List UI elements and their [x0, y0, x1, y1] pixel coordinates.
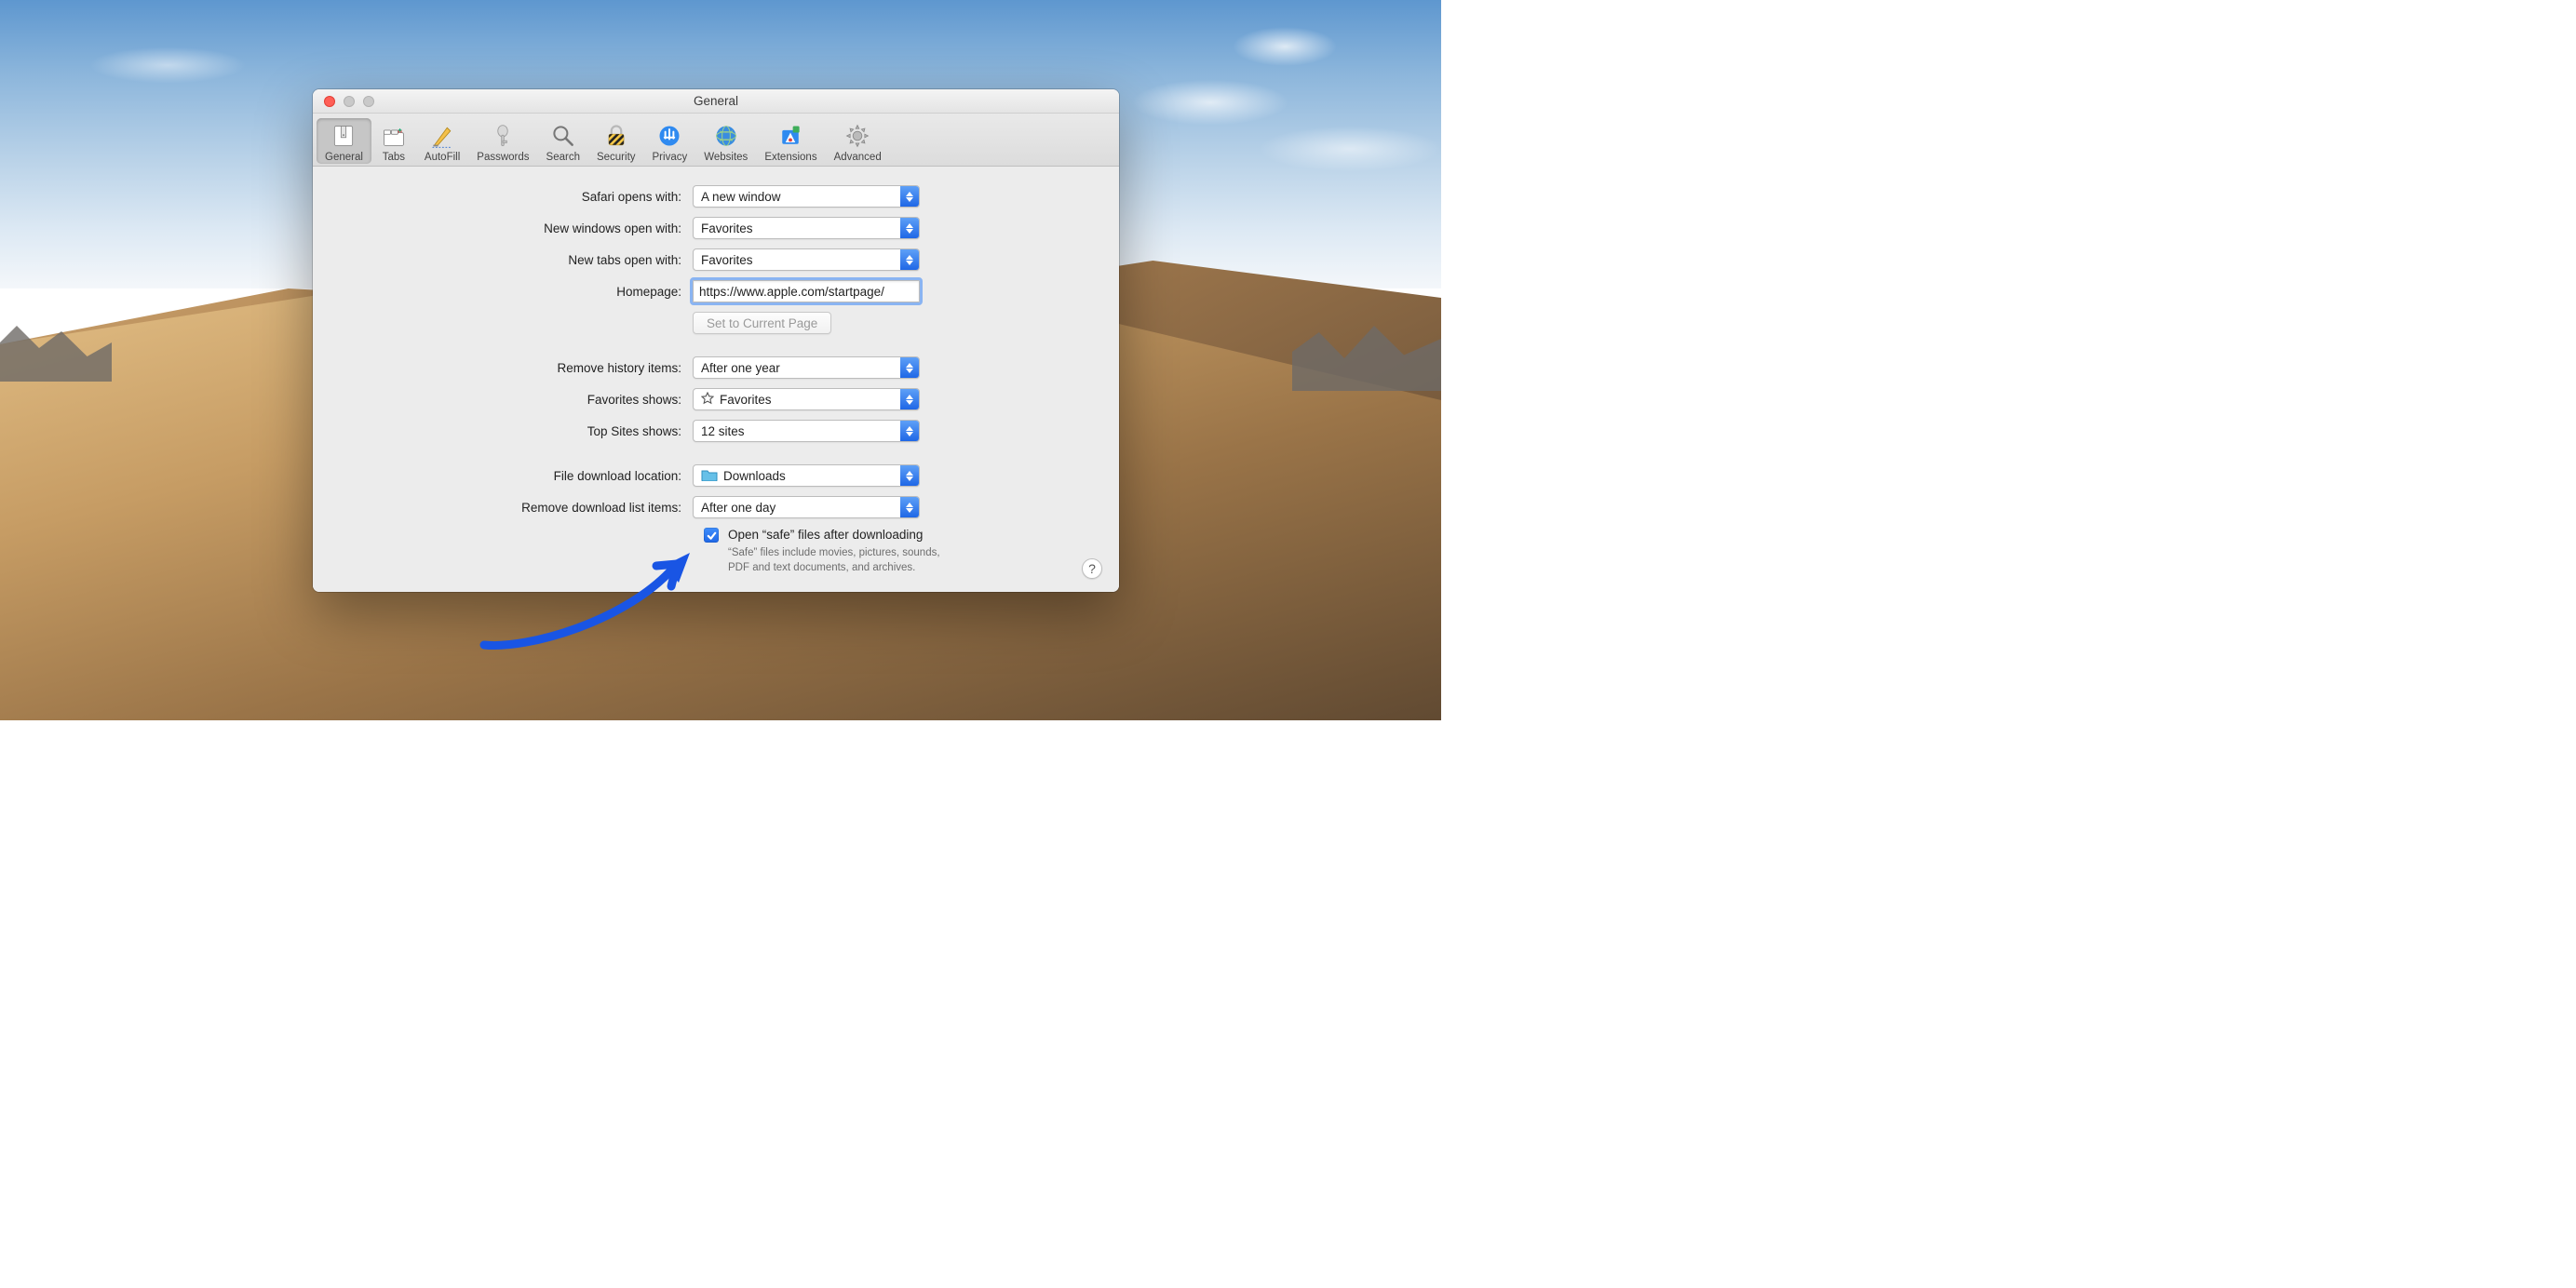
tab-advanced[interactable]: Advanced: [826, 118, 890, 164]
chevron-updown-icon: [900, 218, 919, 238]
content-pane: Safari opens with: A new window New wind…: [313, 167, 1119, 592]
tab-tabs[interactable]: Tabs: [371, 118, 416, 164]
help-button[interactable]: ?: [1082, 558, 1102, 579]
preferences-window: General General Tabs AutoFill Password: [313, 89, 1119, 592]
tab-security-label: Security: [597, 152, 636, 163]
label-safari-opens: Safari opens with:: [335, 190, 693, 204]
chevron-updown-icon: [900, 465, 919, 486]
general-icon: [330, 122, 357, 150]
popup-top-sites-shows[interactable]: 12 sites: [693, 420, 920, 442]
tab-websites-label: Websites: [704, 152, 748, 163]
popup-remove-downloads-value: After one day: [694, 501, 900, 515]
prefs-toolbar: General Tabs AutoFill Passwords Search: [313, 114, 1119, 167]
set-current-page-button[interactable]: Set to Current Page: [693, 312, 831, 334]
label-remove-downloads: Remove download list items:: [335, 501, 693, 515]
popup-download-location-value: Downloads: [723, 469, 786, 483]
homepage-value: https://www.apple.com/startpage/: [699, 285, 884, 299]
autofill-icon: [428, 122, 456, 150]
popup-remove-downloads[interactable]: After one day: [693, 496, 920, 518]
help-label: ?: [1088, 561, 1096, 576]
tab-tabs-label: Tabs: [383, 152, 405, 163]
set-current-page-label: Set to Current Page: [707, 316, 817, 330]
chevron-updown-icon: [900, 249, 919, 270]
star-icon: [701, 392, 714, 408]
popup-remove-history-value: After one year: [694, 361, 900, 375]
tab-autofill-label: AutoFill: [425, 152, 460, 163]
popup-favorites-shows-value: Favorites: [720, 393, 772, 407]
popup-download-location[interactable]: Downloads: [693, 464, 920, 487]
popup-favorites-shows[interactable]: Favorites: [693, 388, 920, 410]
label-new-tabs: New tabs open with:: [335, 253, 693, 267]
popup-remove-history[interactable]: After one year: [693, 356, 920, 379]
window-title: General: [313, 94, 1119, 108]
popup-safari-opens[interactable]: A new window: [693, 185, 920, 208]
advanced-icon: [843, 122, 871, 150]
tab-security[interactable]: Security: [588, 118, 644, 164]
label-top-sites-shows: Top Sites shows:: [335, 424, 693, 438]
chevron-updown-icon: [900, 357, 919, 378]
tab-search[interactable]: Search: [538, 118, 588, 164]
websites-icon: [712, 122, 740, 150]
popup-new-windows[interactable]: Favorites: [693, 217, 920, 239]
homepage-field[interactable]: https://www.apple.com/startpage/: [693, 280, 920, 302]
privacy-icon: [655, 122, 683, 150]
chevron-updown-icon: [900, 497, 919, 517]
tab-passwords-label: Passwords: [477, 152, 529, 163]
tab-general[interactable]: General: [317, 118, 371, 164]
passwords-icon: [489, 122, 517, 150]
folder-icon: [701, 468, 718, 484]
popup-new-tabs-value: Favorites: [694, 253, 900, 267]
tab-websites[interactable]: Websites: [695, 118, 756, 164]
label-homepage: Homepage:: [335, 285, 693, 299]
titlebar[interactable]: General: [313, 89, 1119, 114]
label-download-location: File download location:: [335, 469, 693, 483]
tab-general-label: General: [325, 152, 363, 163]
popup-new-tabs[interactable]: Favorites: [693, 248, 920, 271]
label-favorites-shows: Favorites shows:: [335, 393, 693, 407]
open-safe-description: “Safe” files include movies, pictures, s…: [728, 546, 961, 575]
tab-extensions[interactable]: Extensions: [756, 118, 825, 164]
label-remove-history: Remove history items:: [335, 361, 693, 375]
popup-new-windows-value: Favorites: [694, 221, 900, 235]
chevron-updown-icon: [900, 421, 919, 441]
chevron-updown-icon: [900, 389, 919, 409]
tab-passwords[interactable]: Passwords: [468, 118, 537, 164]
tab-extensions-label: Extensions: [764, 152, 816, 163]
open-safe-label: Open “safe” files after downloading: [728, 528, 923, 542]
popup-top-sites-shows-value: 12 sites: [694, 424, 900, 438]
tab-search-label: Search: [546, 152, 580, 163]
extensions-icon: [776, 122, 804, 150]
tab-advanced-label: Advanced: [834, 152, 882, 163]
tabs-icon: [380, 122, 408, 150]
tab-privacy-label: Privacy: [653, 152, 688, 163]
label-new-windows: New windows open with:: [335, 221, 693, 235]
tab-privacy[interactable]: Privacy: [644, 118, 696, 164]
chevron-updown-icon: [900, 186, 919, 207]
security-icon: [602, 122, 630, 150]
tab-autofill[interactable]: AutoFill: [416, 118, 468, 164]
popup-safari-opens-value: A new window: [694, 190, 900, 204]
open-safe-checkbox[interactable]: [704, 528, 719, 543]
search-icon: [549, 122, 577, 150]
